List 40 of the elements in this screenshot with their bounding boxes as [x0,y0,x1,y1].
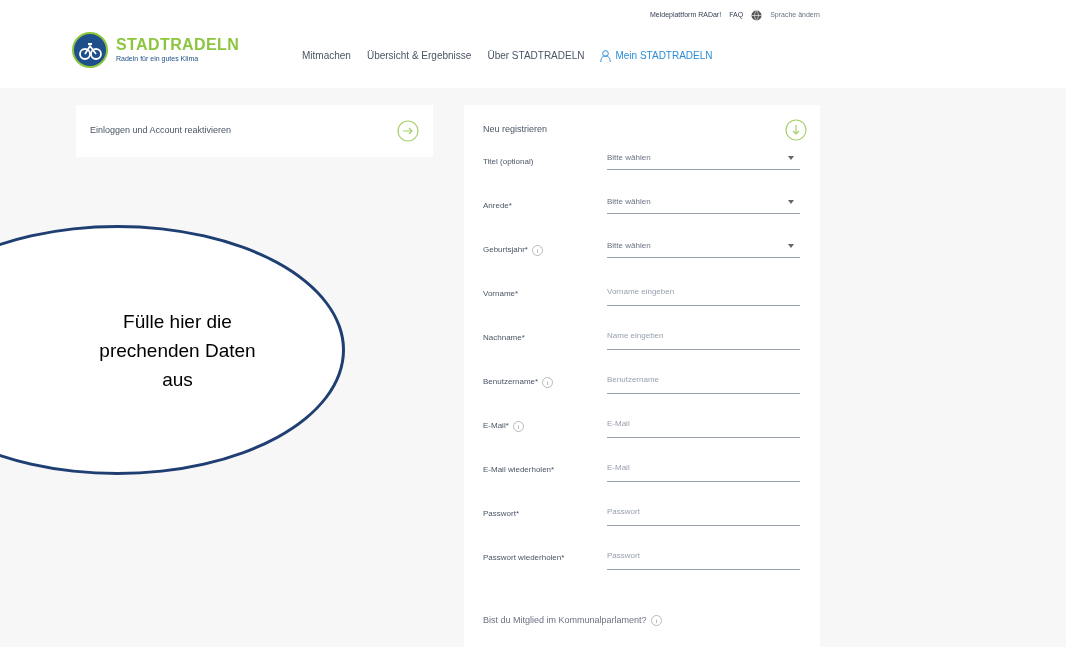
arrow-right-icon[interactable] [397,120,419,142]
input-field[interactable]: E-Mail [607,410,800,438]
input-field[interactable]: Benutzername [607,366,800,394]
login-panel[interactable]: Einloggen und Account reaktivieren [76,105,433,157]
info-icon[interactable] [512,420,524,432]
nav-link[interactable]: Über STADTRADELN [487,48,585,63]
field-label: E-Mail* [483,420,509,432]
globe-icon[interactable] [751,10,763,21]
select-field[interactable]: Bitte wählen [607,146,800,170]
field-label: Nachname* [483,332,525,344]
select-field[interactable]: Bitte wählen [607,234,800,258]
field-label: Passwort wiederholen* [483,552,565,564]
input-field[interactable]: Name eingeben [607,322,800,350]
field-label: Anrede* [483,200,512,212]
select-field[interactable]: Bitte wählen [607,190,800,214]
logo-icon[interactable] [72,32,108,68]
dropdown-caret-icon[interactable] [788,243,794,248]
field-label: Vorname* [483,288,519,300]
input-field[interactable]: Passwort [607,498,800,526]
callout-text: Fülle hier die prechenden Daten aus [99,309,256,392]
input-field[interactable]: E-Mail [607,454,800,482]
input-field[interactable]: Passwort [607,542,800,570]
dropdown-caret-icon[interactable] [788,199,794,204]
field-label: Titel (optional) [483,156,534,168]
field-label: E-Mail wiederholen* [483,464,555,476]
field-label: Passwort* [483,508,519,520]
info-icon[interactable] [531,244,543,256]
info-icon[interactable] [650,615,662,627]
panel-title: Neu registrieren [483,123,548,137]
arrow-down-icon[interactable] [785,119,807,141]
dropdown-caret-icon[interactable] [788,155,794,160]
nav-link[interactable]: Übersicht & Ergebnisse [366,48,472,63]
input-field[interactable]: Vorname eingeben [607,278,800,306]
field-label: Benutzername* [483,376,539,388]
field-label: Geburtsjahr* [483,244,528,256]
nav-link[interactable]: Mein STADTRADELN [600,48,713,63]
nav-link[interactable]: Mitmachen [302,48,351,63]
info-icon[interactable] [542,376,554,388]
panel-title: Einloggen und Account reaktivieren [90,124,232,138]
question-text: Bist du Mitglied im Kommunalparlament? [483,614,647,627]
